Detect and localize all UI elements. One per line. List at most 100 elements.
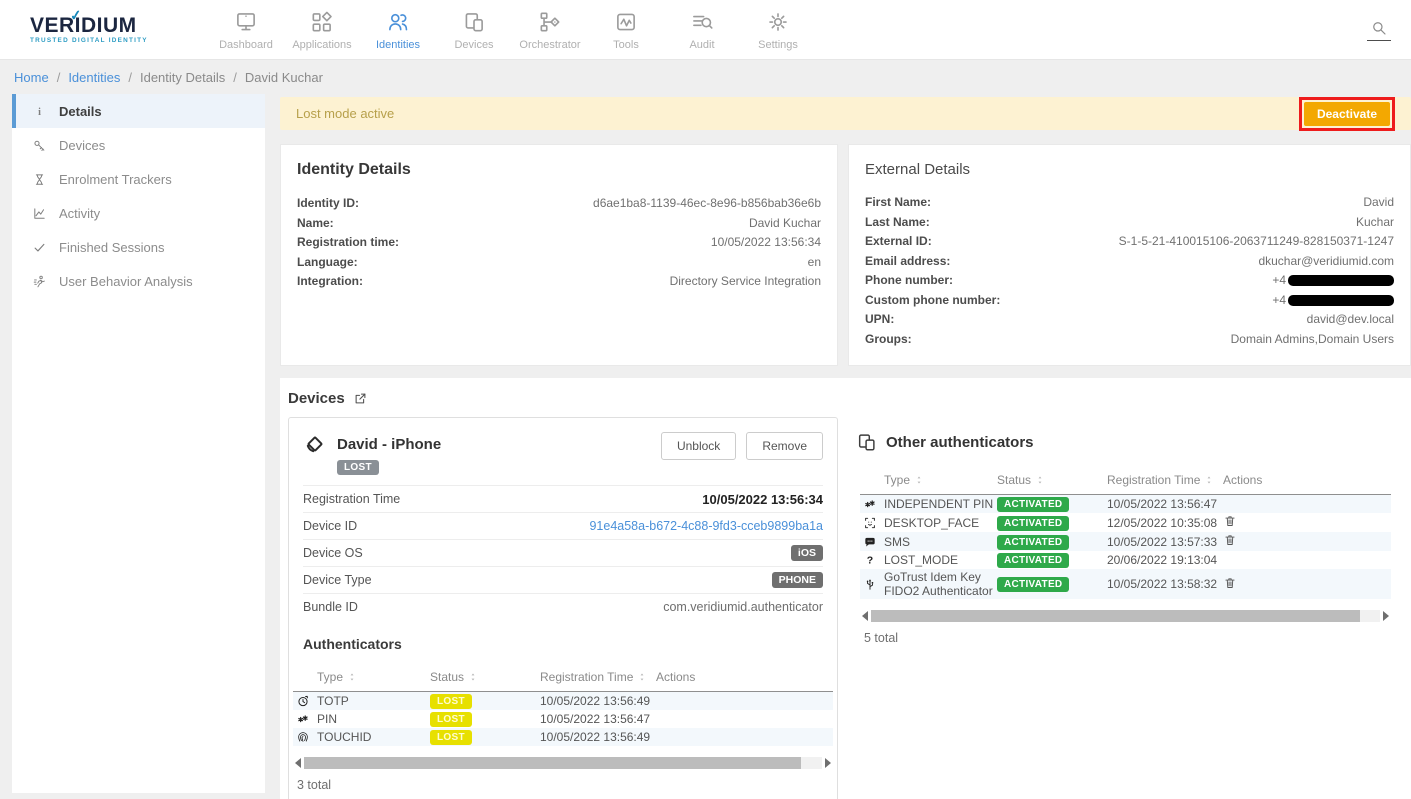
authenticator-type: GoTrust Idem Key FIDO2 Authenticator [884, 570, 997, 598]
authenticator-row: TOTP LOST 10/05/2022 13:56:49 [293, 692, 833, 710]
horizontal-scrollbar[interactable] [295, 756, 831, 769]
dashboard-icon [233, 9, 259, 35]
redaction-bar [1288, 275, 1394, 286]
breadcrumb-item[interactable]: Identity Details [120, 70, 225, 85]
column-header[interactable]: Type [884, 473, 997, 487]
deactivate-button[interactable]: Deactivate [1304, 102, 1390, 126]
sidebar-item[interactable]: Devices [12, 128, 265, 162]
nav-item[interactable]: Applications [284, 9, 360, 51]
status-badge: ACTIVATED [997, 553, 1069, 568]
applications-icon [309, 9, 335, 35]
trash-icon [1223, 576, 1237, 590]
nav-item[interactable]: Identities [360, 9, 436, 51]
nav-item-label: Dashboard [219, 39, 273, 51]
registration-time: 10/05/2022 13:56:47 [540, 712, 656, 726]
device-detail-row: Device OS iOS [303, 539, 823, 566]
nav-item[interactable]: Orchestrator [512, 9, 588, 51]
column-header[interactable]: Registration Time [540, 670, 656, 684]
sidebar-item[interactable]: Activity [12, 196, 265, 230]
horizontal-scrollbar[interactable] [862, 609, 1389, 622]
nav-item[interactable]: Devices [436, 9, 512, 51]
registration-time: 20/06/2022 19:13:04 [1107, 553, 1223, 567]
sidebar-item[interactable]: Finished Sessions [12, 230, 265, 264]
nav-item[interactable]: Audit [664, 9, 740, 51]
column-header[interactable]: Type [317, 670, 430, 684]
external-link-icon[interactable] [353, 391, 368, 406]
nav-item-label: Tools [613, 39, 639, 51]
authenticators-table: Type Status [289, 664, 837, 792]
scrollbar-thumb[interactable] [871, 610, 1360, 622]
authenticator-type: INDEPENDENT PIN [884, 497, 997, 511]
delete-button[interactable] [1223, 514, 1237, 531]
sidebar-item[interactable]: Enrolment Trackers [12, 162, 265, 196]
authenticator-type: SMS [884, 535, 997, 549]
breadcrumb-item[interactable]: Home [14, 70, 49, 85]
nav-item[interactable]: Dashboard [208, 9, 284, 51]
registration-time: 10/05/2022 13:57:33 [1107, 535, 1223, 549]
authenticator-row: TOUCHID LOST 10/05/2022 13:56:49 [293, 728, 833, 746]
other-authenticators-table: Type Status [856, 467, 1395, 645]
detail-row: Groups: Domain Admins,Domain Users [865, 330, 1394, 350]
remove-button[interactable]: Remove [746, 432, 823, 460]
scroll-right-arrow[interactable] [1383, 611, 1389, 621]
sidebar-item-label: Devices [59, 138, 105, 153]
authenticators-title: Authenticators [303, 636, 823, 652]
device-status-badge: LOST [337, 460, 379, 475]
status-badge: ACTIVATED [997, 577, 1069, 592]
veridium-logo[interactable]: VERIDIUM ✓ TRUSTED DIGITAL IDENTITY [30, 16, 180, 44]
column-header[interactable]: Actions [1223, 473, 1391, 487]
nav-item-label: Devices [454, 39, 493, 51]
authenticator-type: TOUCHID [317, 730, 430, 744]
detail-row: Email address: dkuchar@veridiumid.com [865, 252, 1394, 272]
sidebar-item[interactable]: User Behavior Analysis [12, 264, 265, 298]
authenticator-row: GoTrust Idem Key FIDO2 Authenticator ACT… [860, 569, 1391, 599]
unblock-button[interactable]: Unblock [661, 432, 736, 460]
sort-icon [637, 672, 647, 682]
detail-row: Integration: Directory Service Integrati… [297, 272, 821, 292]
info-icon [32, 104, 47, 119]
status-badge: ACTIVATED [997, 516, 1069, 531]
scroll-left-arrow[interactable] [862, 611, 868, 621]
sidebar-item[interactable]: Details [12, 94, 265, 128]
column-header[interactable]: Actions [656, 670, 833, 684]
veridium-admin-page: VERIDIUM ✓ TRUSTED DIGITAL IDENTITY Dash… [0, 0, 1411, 799]
devices-section: Devices David - iPhone LOST [280, 378, 1411, 799]
usb-icon [863, 577, 877, 591]
column-header[interactable]: Status [430, 670, 540, 684]
authenticator-row: LOST_MODE ACTIVATED 20/06/2022 19:13:04 [860, 551, 1391, 569]
breadcrumb-item[interactable]: David Kuchar [225, 70, 323, 85]
delete-button[interactable] [1223, 576, 1237, 593]
scroll-right-arrow[interactable] [825, 758, 831, 768]
identity-details-title: Identity Details [297, 161, 821, 179]
authenticator-type: TOTP [317, 694, 430, 708]
other-authenticators-icon [856, 431, 878, 453]
key-icon [32, 138, 47, 153]
sort-icon [914, 475, 924, 485]
veridium-device-icon [303, 432, 327, 456]
global-search[interactable] [1367, 19, 1391, 41]
trash-icon [1223, 533, 1237, 547]
column-header[interactable]: Status [997, 473, 1107, 487]
nav-item[interactable]: Tools [588, 9, 664, 51]
scrollbar-thumb[interactable] [304, 757, 801, 769]
authenticator-type: PIN [317, 712, 430, 726]
external-details-card: External Details First Name: David Last … [848, 144, 1411, 366]
delete-button[interactable] [1223, 533, 1237, 550]
device-detail-row: Device ID 91e4a58a-b672-4c88-9fd3-cceb98… [303, 512, 823, 539]
status-badge: ACTIVATED [997, 497, 1069, 512]
sidebar-item-label: Finished Sessions [59, 240, 165, 255]
breadcrumb-item[interactable]: Identities [49, 70, 121, 85]
user-behavior-icon [32, 274, 47, 289]
nav-item-label: Orchestrator [519, 39, 580, 51]
scroll-left-arrow[interactable] [295, 758, 301, 768]
registration-time: 12/05/2022 10:35:08 [1107, 516, 1223, 530]
detail-row: First Name: David [865, 193, 1394, 213]
status-badge: LOST [430, 730, 472, 745]
column-header[interactable]: Registration Time [1107, 473, 1223, 487]
nav-item[interactable]: Settings [740, 9, 816, 51]
devices-section-title: Devices [288, 390, 345, 407]
detail-row: External ID: S-1-5-21-410015106-20637112… [865, 232, 1394, 252]
desktop-face-icon [863, 516, 877, 530]
check-icon [32, 240, 47, 255]
other-authenticators-card: Other authenticators Type [848, 417, 1403, 799]
